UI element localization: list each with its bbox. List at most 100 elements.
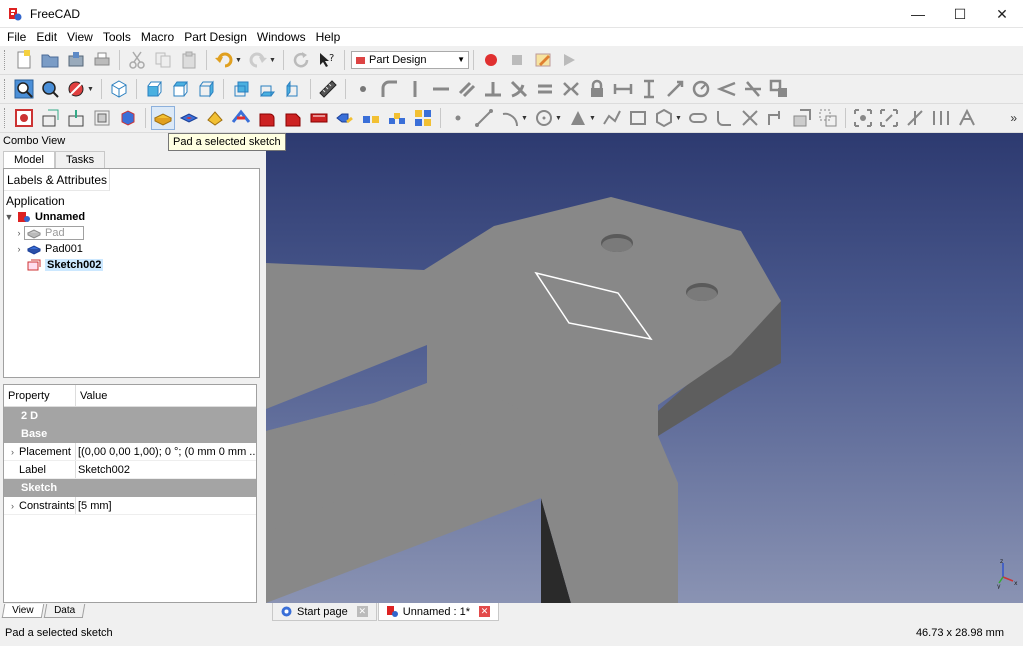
view-bottom-icon[interactable]: [255, 77, 279, 101]
polar-pattern-icon[interactable]: [385, 106, 409, 130]
circle-dropdown-icon[interactable]: ▼: [555, 115, 563, 122]
new-document-icon[interactable]: [12, 48, 36, 72]
view-top-icon[interactable]: [168, 77, 192, 101]
mirrored-icon[interactable]: [333, 106, 357, 130]
sketch-point-icon[interactable]: [351, 77, 375, 101]
view-right-icon[interactable]: [194, 77, 218, 101]
constrain-perpendicular-icon[interactable]: [481, 77, 505, 101]
workbench-selector[interactable]: Part Design ▼: [351, 51, 469, 69]
3d-viewport[interactable]: z x y: [266, 133, 1023, 603]
tab-data[interactable]: Data: [43, 604, 85, 618]
draw-style-icon[interactable]: [64, 77, 88, 101]
tab-start-page[interactable]: Start page ✕: [272, 603, 377, 621]
expand-icon[interactable]: ›: [14, 228, 24, 238]
property-row-label[interactable]: Label Sketch002: [4, 461, 256, 479]
conic-dropdown-icon[interactable]: ▼: [589, 115, 597, 122]
sketch-slot-icon[interactable]: [686, 106, 710, 130]
sketch-external-icon[interactable]: [790, 106, 814, 130]
refresh-icon[interactable]: [289, 48, 313, 72]
whats-this-icon[interactable]: ?: [315, 48, 339, 72]
save-icon[interactable]: [64, 48, 88, 72]
cut-icon[interactable]: [125, 48, 149, 72]
label-value[interactable]: Sketch002: [76, 461, 256, 478]
fit-selection-icon[interactable]: [38, 77, 62, 101]
sketch-fillet-icon[interactable]: [377, 77, 401, 101]
draft-icon[interactable]: [307, 106, 331, 130]
menu-windows[interactable]: Windows: [252, 28, 311, 46]
macro-edit-icon[interactable]: [531, 48, 555, 72]
collapse-icon[interactable]: ▼: [4, 212, 14, 222]
toolbar-grip[interactable]: [4, 79, 8, 99]
constrain-vertical-icon[interactable]: [403, 77, 427, 101]
menu-file[interactable]: File: [2, 28, 31, 46]
menu-part-design[interactable]: Part Design: [179, 28, 252, 46]
select-conflicting-icon[interactable]: [851, 106, 875, 130]
undo-dropdown-icon[interactable]: ▼: [235, 57, 243, 64]
tree-row-pad001[interactable]: › Pad001: [4, 241, 259, 257]
close-tab-icon[interactable]: ✕: [479, 606, 491, 617]
restore-internal-geometry-icon[interactable]: [955, 106, 979, 130]
tree-item-pad-box[interactable]: Pad: [24, 226, 84, 240]
constrain-angle-icon[interactable]: [715, 77, 739, 101]
toolbar-grip[interactable]: [4, 108, 8, 128]
maximize-button[interactable]: ☐: [939, 0, 981, 28]
select-elements-icon[interactable]: [929, 106, 953, 130]
sketch-rectangle-icon[interactable]: [626, 106, 650, 130]
constraints-value[interactable]: [5 mm]: [76, 497, 256, 514]
toolbar-overflow-icon[interactable]: »: [1010, 111, 1017, 125]
fit-all-icon[interactable]: [12, 77, 36, 101]
macro-stop-icon[interactable]: [505, 48, 529, 72]
constrain-lock-icon[interactable]: [585, 77, 609, 101]
redo-dropdown-icon[interactable]: ▼: [269, 57, 277, 64]
expand-icon[interactable]: ›: [14, 244, 24, 254]
sketch-trim-icon[interactable]: [738, 106, 762, 130]
sketch-extend-icon[interactable]: [764, 106, 788, 130]
toolbar-grip[interactable]: [4, 50, 8, 70]
create-sketch-icon[interactable]: [38, 106, 62, 130]
constrain-snell-icon[interactable]: [741, 77, 765, 101]
sketch-polygon-icon[interactable]: [652, 106, 676, 130]
tab-model[interactable]: Model: [3, 151, 55, 169]
groove-icon[interactable]: [229, 106, 253, 130]
chamfer-icon[interactable]: [281, 106, 305, 130]
sketch-fillet-small-icon[interactable]: [712, 106, 736, 130]
sketch-conic-icon[interactable]: [566, 106, 590, 130]
menu-tools[interactable]: Tools: [98, 28, 136, 46]
constrain-parallel-icon[interactable]: [455, 77, 479, 101]
constrain-symmetric-icon[interactable]: [559, 77, 583, 101]
fillet-icon[interactable]: [255, 106, 279, 130]
menu-edit[interactable]: Edit: [31, 28, 62, 46]
pocket-icon[interactable]: [177, 106, 201, 130]
macro-record-icon[interactable]: [479, 48, 503, 72]
multi-transform-icon[interactable]: [411, 106, 435, 130]
close-button[interactable]: ✕: [981, 0, 1023, 28]
tree-row-sketch002[interactable]: Sketch002: [4, 257, 259, 273]
view-left-icon[interactable]: [281, 77, 305, 101]
linear-pattern-icon[interactable]: [359, 106, 383, 130]
revolution-icon[interactable]: [203, 106, 227, 130]
polygon-dropdown-icon[interactable]: ▼: [675, 115, 683, 122]
open-folder-icon[interactable]: [38, 48, 62, 72]
sketch-bspline-icon[interactable]: [600, 106, 624, 130]
create-body-icon[interactable]: [12, 106, 36, 130]
tab-view[interactable]: View: [1, 604, 44, 618]
macro-run-icon[interactable]: [557, 48, 581, 72]
menu-help[interactable]: Help: [311, 28, 346, 46]
shape-binder-icon[interactable]: [116, 106, 140, 130]
redo-icon[interactable]: [246, 48, 270, 72]
minimize-button[interactable]: —: [897, 0, 939, 28]
validate-sketch-icon[interactable]: [64, 106, 88, 130]
measure-icon[interactable]: [316, 77, 340, 101]
constrain-horizontal-icon[interactable]: [429, 77, 453, 101]
sketch-circle-icon[interactable]: [532, 106, 556, 130]
select-constraints-icon[interactable]: [903, 106, 927, 130]
placement-value[interactable]: [(0,00 0,00 1,00); 0 °; (0 mm 0 mm ...: [76, 443, 256, 460]
constrain-distance-icon[interactable]: [663, 77, 687, 101]
property-row-placement[interactable]: › Placement [(0,00 0,00 1,00); 0 °; (0 mm…: [4, 443, 256, 461]
tree-row-pad[interactable]: › Pad: [4, 225, 259, 241]
toggle-driving-icon[interactable]: [767, 77, 791, 101]
map-sketch-icon[interactable]: [90, 106, 114, 130]
view-front-icon[interactable]: [142, 77, 166, 101]
expand-icon[interactable]: ›: [6, 497, 19, 515]
pad-icon[interactable]: [151, 106, 175, 130]
